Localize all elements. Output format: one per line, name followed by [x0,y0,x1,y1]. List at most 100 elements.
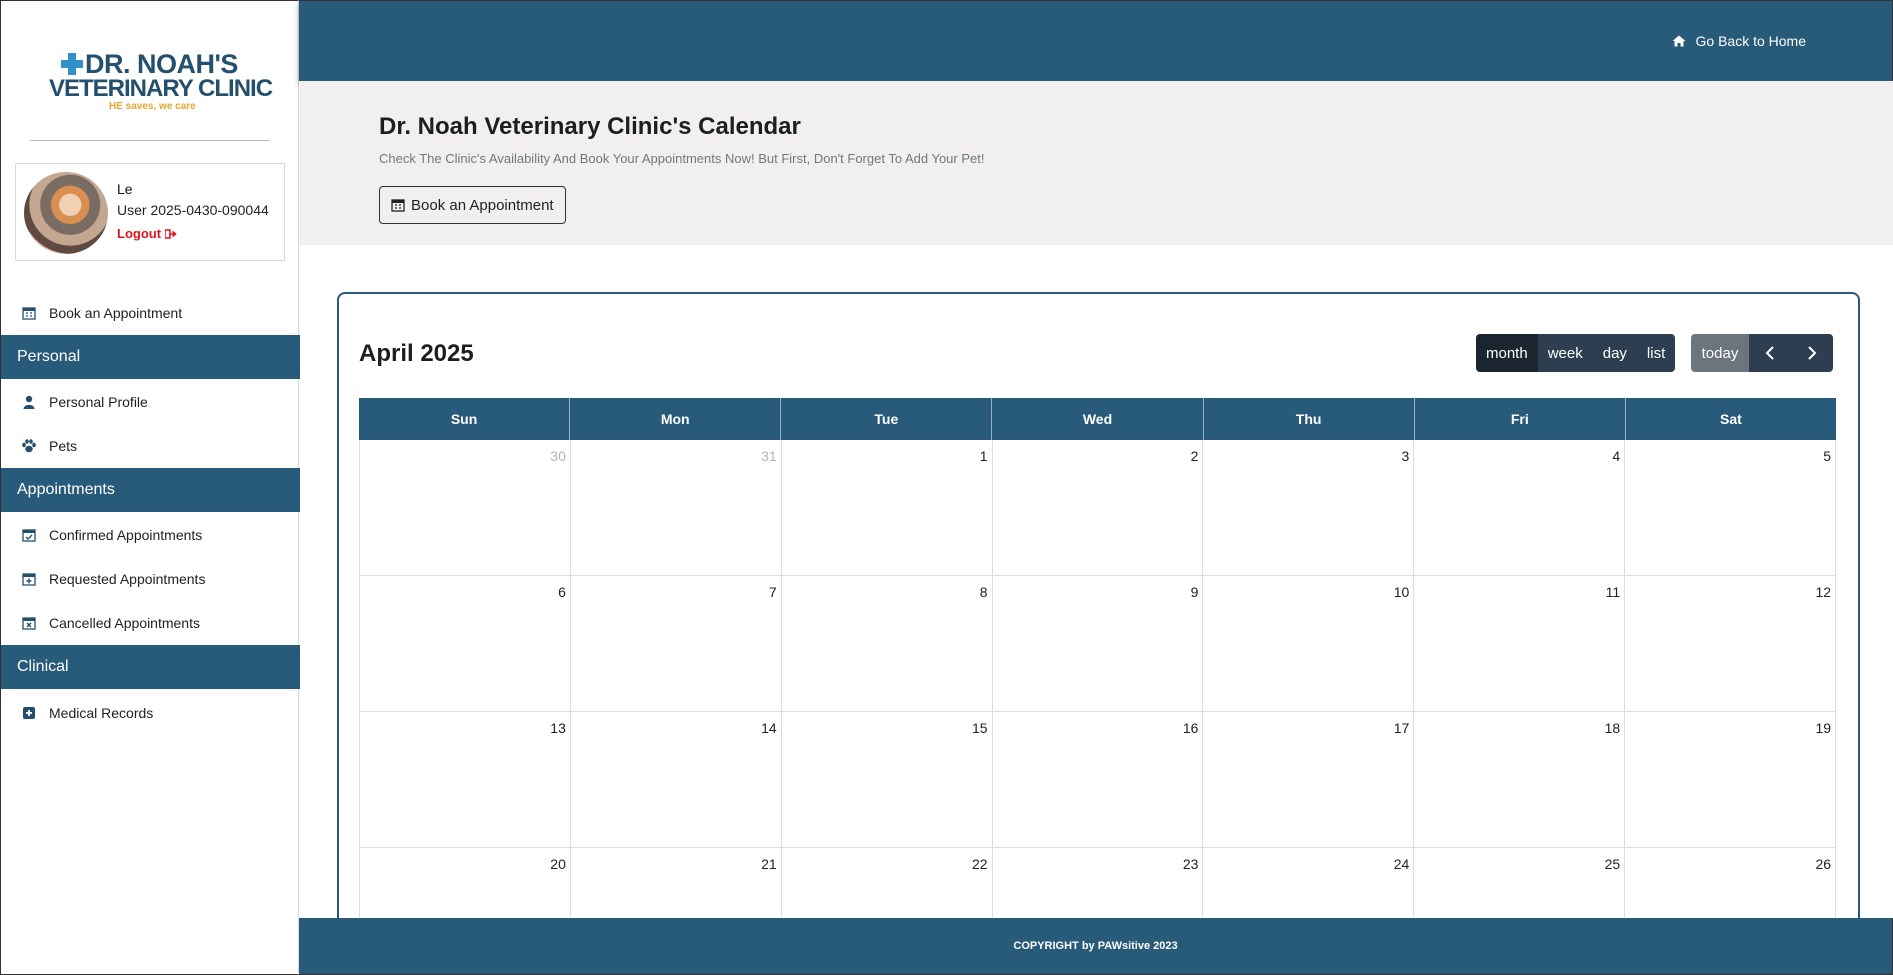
book-appointment-button[interactable]: Book an Appointment [379,186,566,224]
weekday-header: Sun [359,398,571,440]
sidebar-item-confirmed-appointments[interactable]: Confirmed Appointments [1,515,300,555]
day-number[interactable]: 17 [1394,720,1410,736]
day-number[interactable]: 25 [1605,856,1621,872]
profile-user-id: User 2025-0430-090044 [117,202,269,218]
sidebar-item-requested-appointments[interactable]: Requested Appointments [1,559,300,599]
day-number[interactable]: 16 [1183,720,1199,736]
go-back-home-label: Go Back to Home [1695,33,1807,49]
go-back-home-link[interactable]: Go Back to Home [1672,33,1807,49]
view-month-button[interactable]: month [1476,334,1538,372]
day-cell[interactable]: 11 [1414,576,1626,712]
sidebar-item-label: Medical Records [49,705,154,721]
clinic-logo[interactable]: DR. NOAH'S VETERINARY CLINIC HE saves, w… [47,49,273,115]
day-number[interactable]: 1 [980,448,988,464]
sidebar-item-book-appointment[interactable]: Book an Appointment [1,293,300,333]
day-number[interactable]: 23 [1183,856,1199,872]
day-cell[interactable]: 1 [781,440,993,576]
day-cell[interactable]: 10 [1203,576,1415,712]
day-cell[interactable]: 8 [781,576,993,712]
day-number[interactable]: 3 [1402,448,1410,464]
day-number[interactable]: 22 [972,856,988,872]
sidebar-item-cancelled-appointments[interactable]: Cancelled Appointments [1,603,300,643]
day-number[interactable]: 12 [1815,584,1831,600]
day-cell[interactable]: 4 [1414,440,1626,576]
day-cell[interactable]: 5 [1625,440,1837,576]
day-number[interactable]: 21 [761,856,777,872]
day-cell[interactable]: 7 [570,576,782,712]
day-cell[interactable]: 17 [1203,712,1415,848]
day-number[interactable]: 8 [980,584,988,600]
week-rows: 30 31 1 2 3 4 5 6 7 8 9 10 11 12 13 14 15 16 17 18 19 20 21 22 2… [359,440,1837,975]
day-cell[interactable]: 14 [570,712,782,848]
sidebar-item-label: Book an Appointment [49,305,183,321]
footer: COPYRIGHT by PAWsitive 2023 [299,918,1893,975]
section-header-appointments: Appointments [1,468,300,512]
next-month-button[interactable] [1791,334,1833,372]
home-icon [1672,35,1685,47]
day-number[interactable]: 18 [1605,720,1621,736]
day-number[interactable]: 7 [769,584,777,600]
day-cell[interactable]: 18 [1414,712,1626,848]
weekday-header: Tue [781,398,993,440]
sidebar-item-medical-records[interactable]: Medical Records [1,693,300,733]
sidebar: DR. NOAH'S VETERINARY CLINIC HE saves, w… [0,0,300,975]
day-number[interactable]: 26 [1815,856,1831,872]
chevron-right-icon [1808,346,1817,360]
sidebar-divider [30,140,270,141]
day-number[interactable]: 5 [1823,448,1831,464]
day-cell[interactable]: 30 [359,440,571,576]
view-week-button[interactable]: week [1537,334,1593,372]
calendar-card: April 2025 month week day list today Sun… [337,292,1860,975]
calendar-title: April 2025 [359,340,474,367]
day-number[interactable]: 6 [558,584,566,600]
day-number[interactable]: 11 [1606,584,1621,600]
weekday-header: Mon [570,398,782,440]
day-number[interactable]: 24 [1394,856,1410,872]
logo-line2: VETERINARY CLINIC [49,75,273,102]
calendar-icon [391,199,405,212]
day-number[interactable]: 10 [1394,584,1410,600]
calendar-x-icon [21,615,37,631]
section-header-clinical: Clinical [1,645,300,689]
day-number[interactable]: 9 [1191,584,1199,600]
calendar-navigation: today [1691,334,1833,372]
prev-month-button[interactable] [1749,334,1791,372]
day-number[interactable]: 13 [550,720,566,736]
sidebar-item-label: Pets [49,438,78,454]
sidebar-item-pets[interactable]: Pets [1,426,300,466]
day-cell[interactable]: 13 [359,712,571,848]
day-cell[interactable]: 15 [781,712,993,848]
day-number[interactable]: 14 [761,720,777,736]
logout-label: Logout [117,226,162,241]
user-icon [21,394,37,410]
day-number[interactable]: 30 [550,448,566,464]
day-number[interactable]: 19 [1815,720,1831,736]
month-grid: Sun Mon Tue Wed Thu Fri Sat 30 31 1 2 3 4 5 6 7 8… [359,398,1837,975]
sidebar-item-label: Confirmed Appointments [49,527,203,543]
section-header-personal: Personal [1,335,300,379]
view-day-button[interactable]: day [1592,334,1637,372]
day-cell[interactable]: 6 [359,576,571,712]
today-button[interactable]: today [1691,334,1749,372]
day-number[interactable]: 20 [550,856,566,872]
day-number[interactable]: 2 [1191,448,1199,464]
weekday-header: Wed [992,398,1204,440]
day-number[interactable]: 31 [761,448,777,464]
day-cell[interactable]: 2 [992,440,1204,576]
day-number[interactable]: 4 [1612,448,1620,464]
day-cell[interactable]: 31 [570,440,782,576]
logout-link[interactable]: Logout [117,226,177,241]
sidebar-item-label: Cancelled Appointments [49,615,200,631]
avatar [24,172,108,254]
view-list-button[interactable]: list [1636,334,1676,372]
sidebar-item-personal-profile[interactable]: Personal Profile [1,382,300,422]
day-cell[interactable]: 16 [992,712,1204,848]
day-cell[interactable]: 3 [1203,440,1415,576]
day-cell[interactable]: 19 [1625,712,1837,848]
day-cell[interactable]: 12 [1625,576,1837,712]
page-title: Dr. Noah Veterinary Clinic's Calendar [379,113,801,140]
logout-icon [165,228,177,239]
day-number[interactable]: 15 [972,720,988,736]
day-cell[interactable]: 9 [992,576,1204,712]
weekday-header: Thu [1204,398,1415,440]
